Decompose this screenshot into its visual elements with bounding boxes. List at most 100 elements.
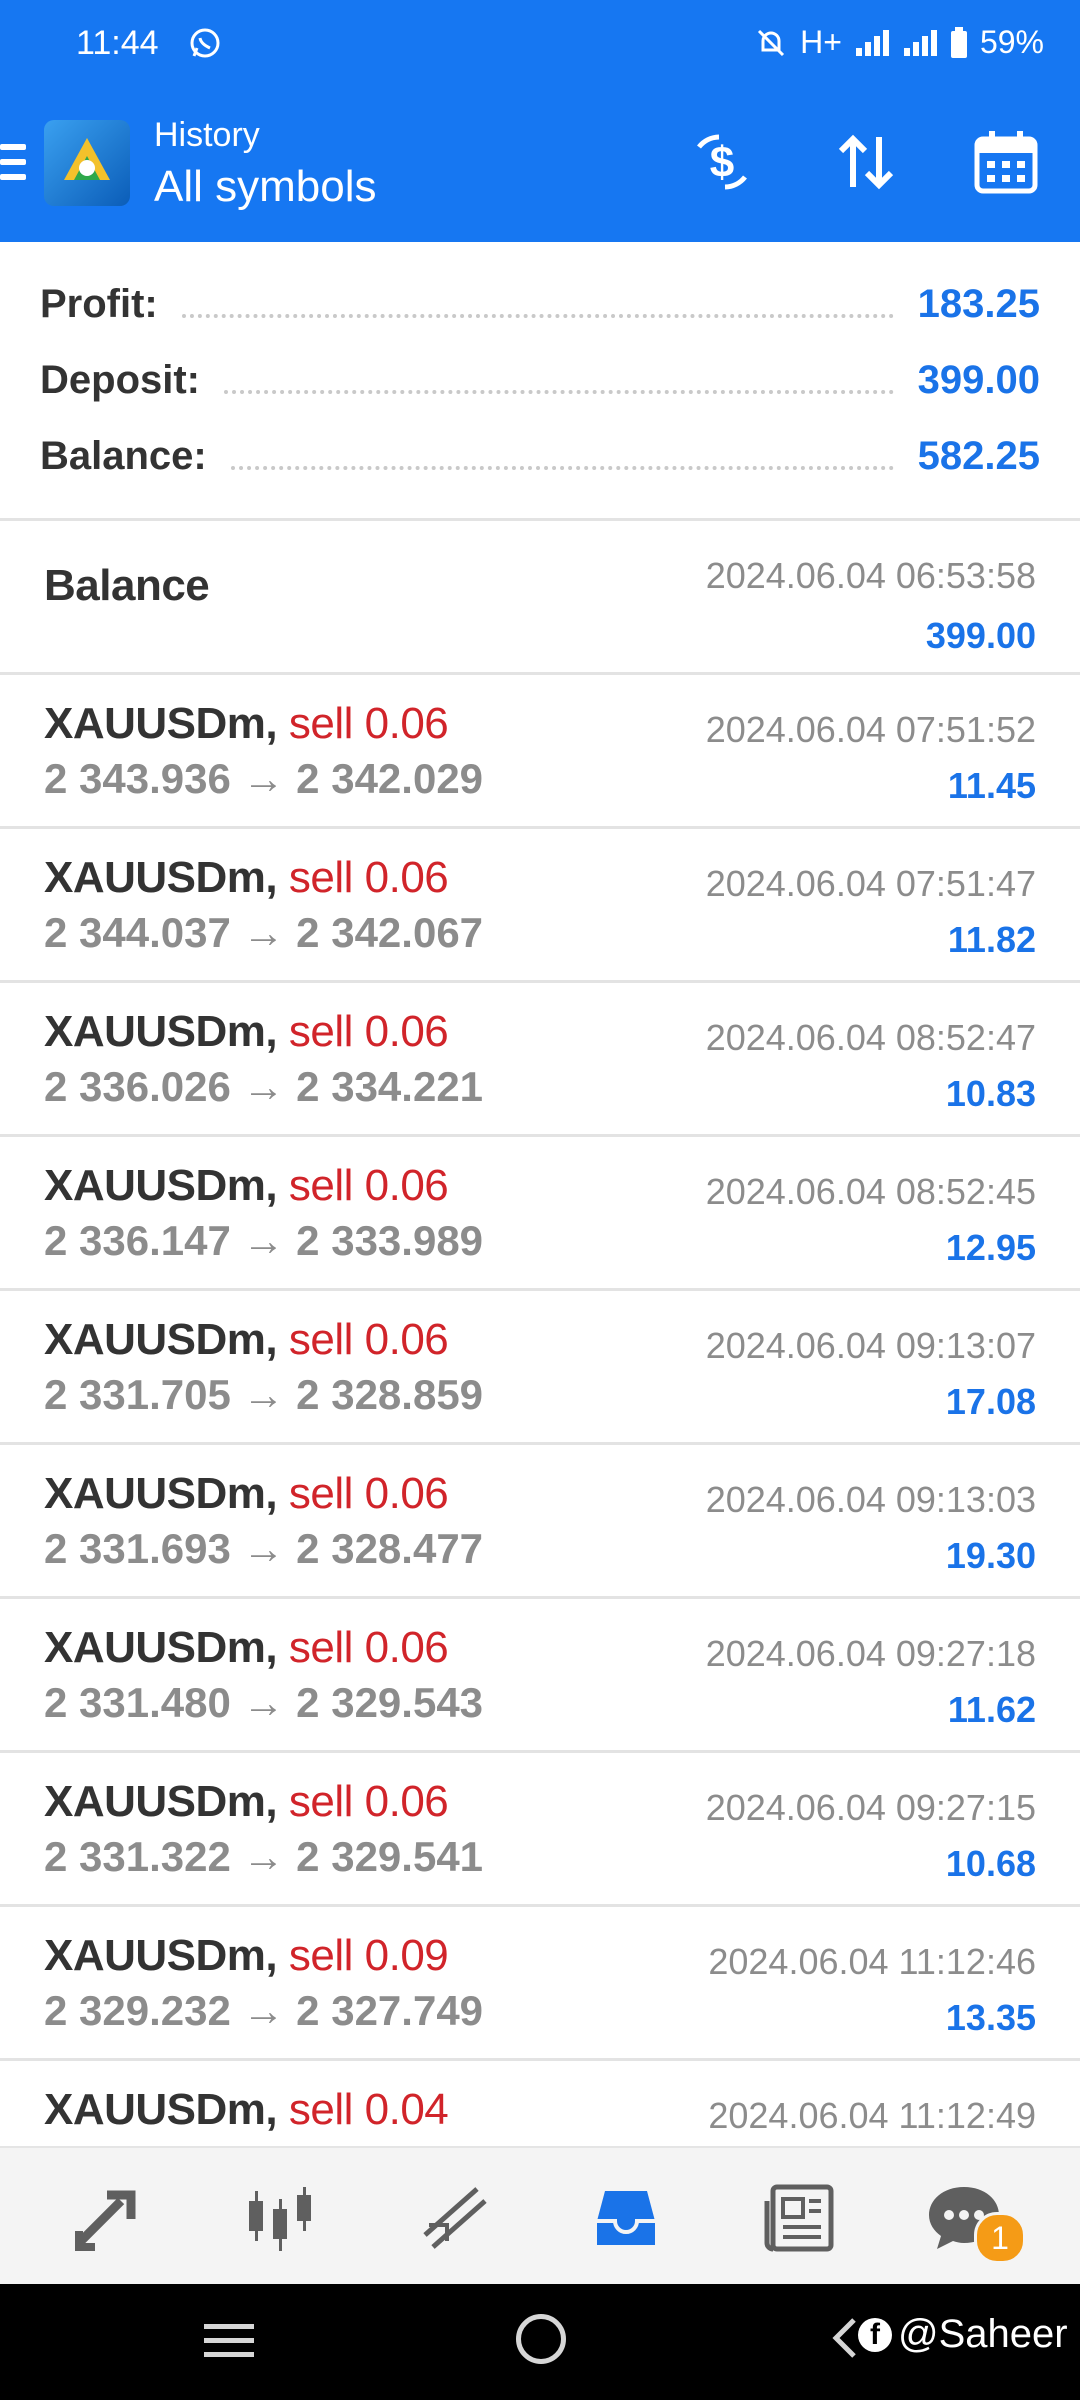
network-type: H+ xyxy=(800,24,842,60)
signal-icon-2 xyxy=(903,29,937,56)
deal-profit: 11.82 xyxy=(947,919,1036,960)
deal-symbol: XAUUSDm, xyxy=(44,2085,278,2134)
deal-profit: 11.62 xyxy=(947,1689,1036,1730)
deal-time: 2024.06.04 08:52:45 xyxy=(705,1171,1036,1212)
symbol-filter[interactable]: All symbols xyxy=(154,162,377,212)
balance-entry-time: 2024.06.04 06:53:58 xyxy=(705,555,1036,596)
status-bar: 11:44 H+ 59% xyxy=(0,0,1080,90)
summary-panel: Profit: 183.25 Deposit: 399.00 Balance: … xyxy=(0,242,1080,521)
deal-prices: 2 329.232 → 2 327.749 xyxy=(44,1987,484,2034)
status-time: 11:44 xyxy=(76,24,159,62)
deal-row[interactable]: XAUUSDm, sell 0.06 2 331.705 → 2 328.859… xyxy=(0,1291,1080,1445)
whatsapp-icon xyxy=(190,28,220,58)
recent-apps-button[interactable] xyxy=(204,2324,254,2366)
deal-profit: 17.08 xyxy=(945,1381,1036,1422)
deal-symbol: XAUUSDm, xyxy=(44,1777,278,1826)
deal-row[interactable]: XAUUSDm, sell 0.06 2 331.322 → 2 329.541… xyxy=(0,1753,1080,1907)
deal-prices: 2 331.480 → 2 329.543 xyxy=(44,1679,484,1726)
deal-time: 2024.06.04 09:13:07 xyxy=(705,1325,1036,1366)
deal-time: 2024.06.04 07:51:52 xyxy=(705,709,1036,750)
deal-action: sell 0.06 xyxy=(288,699,449,748)
calendar-icon[interactable] xyxy=(964,120,1048,204)
chart-icon[interactable] xyxy=(240,2178,320,2258)
deal-action: sell 0.06 xyxy=(288,853,449,902)
app-bar: History All symbols $ xyxy=(0,90,1080,242)
deal-action: sell 0.06 xyxy=(288,1623,449,1672)
back-button[interactable] xyxy=(832,2316,858,2360)
deal-prices: 2 336.026 → 2 334.221 xyxy=(44,1063,484,1110)
deal-action: sell 0.06 xyxy=(288,1007,449,1056)
system-navigation-bar: f @Saheer xyxy=(0,2284,1080,2400)
facebook-icon: f xyxy=(858,2317,892,2352)
deal-action: sell 0.06 xyxy=(288,1161,449,1210)
deposit-label: Deposit: xyxy=(40,357,200,402)
chat-badge: 1 xyxy=(974,2212,1026,2264)
balance-label: Balance: xyxy=(40,433,207,478)
dotted-leader xyxy=(181,314,894,318)
deal-time: 2024.06.04 11:12:49 xyxy=(708,2095,1036,2136)
deal-prices: 2 344.037 → 2 342.067 xyxy=(44,909,484,956)
deal-symbol: XAUUSDm, xyxy=(44,1623,278,1672)
balance-entry-label: Balance xyxy=(44,561,210,610)
page-title: History xyxy=(154,116,260,154)
status-right: H+ 59% xyxy=(754,24,1044,61)
chat-icon[interactable]: 1 xyxy=(916,2178,1026,2264)
balance-entry-row[interactable]: Balance 2024.06.04 06:53:58 399.00 xyxy=(0,521,1080,675)
deal-row[interactable]: XAUUSDm, sell 0.06 2 336.026 → 2 334.221… xyxy=(0,983,1080,1137)
deal-action: sell 0.06 xyxy=(288,1315,449,1364)
deal-symbol: XAUUSDm, xyxy=(44,1161,278,1210)
deal-time: 2024.06.04 08:52:47 xyxy=(705,1017,1036,1058)
home-button[interactable] xyxy=(516,2314,566,2364)
deal-profit: 10.68 xyxy=(945,1843,1036,1884)
summary-profit: Profit: 183.25 xyxy=(40,274,1040,334)
signal-icon xyxy=(855,29,889,56)
sort-icon[interactable] xyxy=(824,120,908,204)
deal-time: 2024.06.04 11:12:46 xyxy=(708,1941,1036,1982)
currency-exchange-icon[interactable]: $ xyxy=(680,120,764,204)
deal-prices: 2 331.693 → 2 328.477 xyxy=(44,1525,484,1572)
deal-row[interactable]: XAUUSDm, sell 0.06 2 344.037 → 2 342.067… xyxy=(0,829,1080,983)
deal-symbol: XAUUSDm, xyxy=(44,699,278,748)
battery-percent: 59% xyxy=(979,24,1044,60)
battery-icon xyxy=(950,26,967,58)
history-icon[interactable] xyxy=(586,2178,666,2258)
mute-bell-icon xyxy=(758,29,785,56)
deal-prices: 2 336.147 → 2 333.989 xyxy=(44,1217,484,1264)
deal-profit: 12.95 xyxy=(945,1227,1036,1268)
deal-profit: 19.30 xyxy=(945,1535,1036,1576)
balance-value: 582.25 xyxy=(917,433,1040,478)
deal-time: 2024.06.04 09:27:18 xyxy=(705,1633,1036,1674)
deal-prices: 2 343.936 → 2 342.029 xyxy=(44,755,484,802)
watermark: f @Saheer xyxy=(858,2312,1068,2357)
bottom-navigation: 1 xyxy=(0,2146,1080,2286)
balance-entry-amount: 399.00 xyxy=(925,615,1036,656)
deal-action: sell 0.06 xyxy=(288,1469,449,1518)
summary-balance: Balance: 582.25 xyxy=(40,426,1040,486)
deal-prices: 2 331.705 → 2 328.859 xyxy=(44,1371,484,1418)
deal-action: sell 0.04 xyxy=(288,2085,449,2134)
deal-row[interactable]: XAUUSDm, sell 0.06 2 331.480 → 2 329.543… xyxy=(0,1599,1080,1753)
dotted-leader xyxy=(224,390,894,394)
app-logo-icon xyxy=(44,120,130,206)
deal-symbol: XAUUSDm, xyxy=(44,853,278,902)
deal-action: sell 0.09 xyxy=(288,1931,449,1980)
news-icon[interactable] xyxy=(760,2178,840,2258)
menu-icon[interactable] xyxy=(0,144,26,180)
deal-time: 2024.06.04 09:27:15 xyxy=(705,1787,1036,1828)
quotes-icon[interactable] xyxy=(68,2178,148,2258)
trade-icon[interactable] xyxy=(414,2178,494,2258)
svg-text:$: $ xyxy=(710,138,734,187)
deal-row[interactable]: XAUUSDm, sell 0.09 2 329.232 → 2 327.749… xyxy=(0,1907,1080,2061)
deposit-value: 399.00 xyxy=(917,357,1040,402)
deal-row[interactable]: XAUUSDm, sell 0.06 2 336.147 → 2 333.989… xyxy=(0,1137,1080,1291)
deal-row[interactable]: XAUUSDm, sell 0.06 2 331.693 → 2 328.477… xyxy=(0,1445,1080,1599)
profit-value: 183.25 xyxy=(917,281,1040,326)
deal-prices: 2 331.322 → 2 329.541 xyxy=(44,1833,484,1880)
top-bar: 11:44 H+ 59% History All symbols $ xyxy=(0,0,1080,242)
deal-time: 2024.06.04 07:51:47 xyxy=(705,863,1036,904)
deal-row[interactable]: XAUUSDm, sell 0.06 2 343.936 → 2 342.029… xyxy=(0,675,1080,829)
deal-symbol: XAUUSDm, xyxy=(44,1007,278,1056)
deal-profit: 11.45 xyxy=(947,765,1036,806)
deal-action: sell 0.06 xyxy=(288,1777,449,1826)
profit-label: Profit: xyxy=(40,281,158,326)
